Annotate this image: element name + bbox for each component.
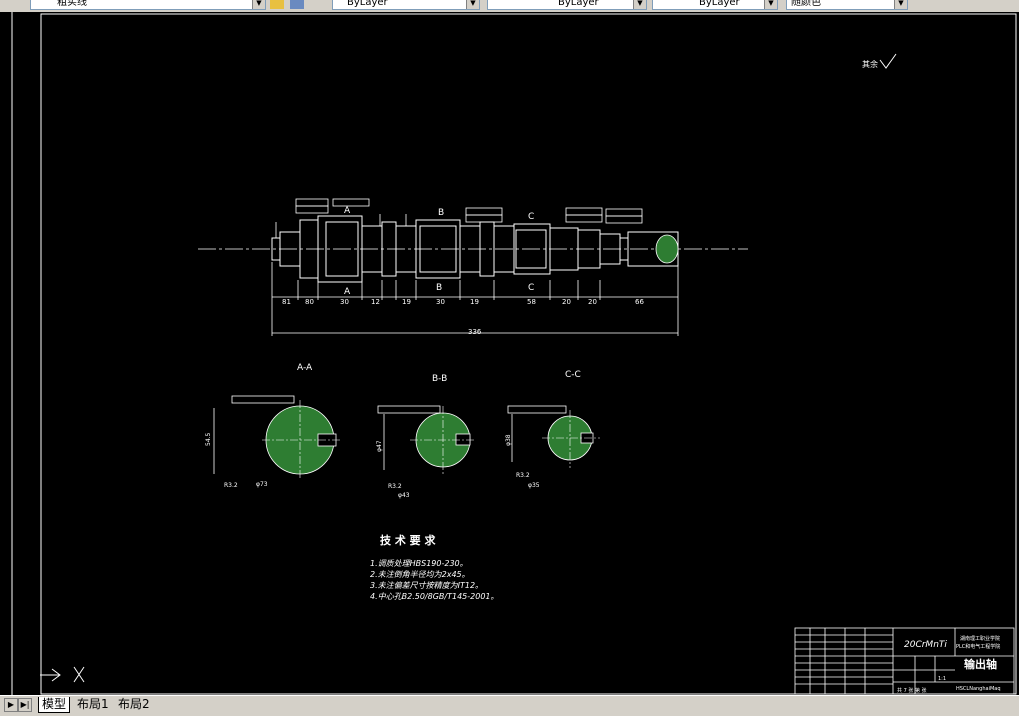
color-combo-value: ByLayer xyxy=(347,0,388,8)
drawing-frame xyxy=(40,13,1017,695)
ucs-icon xyxy=(40,666,85,683)
chevron-down-icon[interactable]: ▼ xyxy=(764,0,777,9)
first-tab-arrow-icon[interactable]: ▶ xyxy=(4,698,18,712)
drawing-svg: 其余 A A B B C C 81 80 30 12 19 30 19 58 2… xyxy=(11,12,1017,695)
lineweight-combo[interactable]: ByLayer ▼ xyxy=(652,0,778,10)
dim-19: 19 xyxy=(402,298,411,306)
tab-layout2[interactable]: 布局2 xyxy=(115,697,153,712)
aa-height-dim: 54.5 xyxy=(205,432,212,446)
section-title-aa: A-A xyxy=(297,363,313,373)
section-aa: 54.5 φ73 R3.2 xyxy=(205,395,340,489)
tech-item-4: 4.中心孔B2.50/8GB/T145-2001。 xyxy=(370,592,499,601)
bb-dia-dim: φ43 xyxy=(398,492,410,499)
title-sheet: 共 7 张 第 张 xyxy=(897,687,927,694)
layer-previous-icon[interactable] xyxy=(290,0,304,9)
tech-item-1: 1.调质处理HBS190-230。 xyxy=(370,559,468,568)
tech-item-2: 2.未注倒角半径均为2x45。 xyxy=(370,570,470,579)
cut-label-c-top: C xyxy=(528,212,534,222)
plotstyle-combo-value: 随颜色 xyxy=(791,0,821,8)
cut-label-a-top: A xyxy=(344,206,351,216)
bb-ra: R3.2 xyxy=(388,483,402,490)
tech-item-3: 3.未注偏差尺寸按精度为IT12。 xyxy=(370,581,483,590)
linetype-combo[interactable]: ByLayer ▼ xyxy=(487,0,647,10)
aa-dia-dim: φ73 xyxy=(256,481,268,488)
cc-dia-dim: φ35 xyxy=(528,482,540,489)
end-keyway-hatch xyxy=(655,234,679,264)
cc-height-dim: φ38 xyxy=(505,434,512,446)
dim-81: 81 xyxy=(282,298,291,306)
roughness-symbol-icon xyxy=(879,53,897,69)
title-school: 湖南理工职业学院 xyxy=(960,635,1000,642)
layer-combo[interactable]: 粗实线 ▼ xyxy=(30,0,266,10)
tech-title: 技 术 要 求 xyxy=(380,533,436,547)
cut-label-b-top: B xyxy=(438,208,444,218)
roughness-note: 其余 xyxy=(862,59,878,69)
tab-model[interactable]: 模型 xyxy=(38,697,71,713)
dim-30b: 30 xyxy=(436,298,445,306)
title-drawing-no: HSCLNanghaiMaq xyxy=(956,686,1001,692)
last-tab-arrow-icon[interactable]: ▶| xyxy=(18,698,32,712)
cut-label-a-bottom: A xyxy=(344,287,351,297)
dim-58: 58 xyxy=(527,298,536,306)
section-title-cc: C-C xyxy=(565,370,581,380)
dim-66: 66 xyxy=(635,298,644,306)
title-school2: PLC和电气工程学院 xyxy=(956,643,1000,650)
dim-30: 30 xyxy=(340,298,349,306)
title-scale: 1:1 xyxy=(938,676,946,682)
dim-overall: 336 xyxy=(468,328,482,336)
cut-label-b-bottom: B xyxy=(436,283,442,293)
color-combo[interactable]: ByLayer ▼ xyxy=(332,0,480,10)
bb-height-dim: φ47 xyxy=(376,440,383,452)
dim-20: 20 xyxy=(562,298,571,306)
section-title-bb: B-B xyxy=(432,374,447,384)
title-part-name: 输出轴 xyxy=(964,657,997,671)
chevron-down-icon[interactable]: ▼ xyxy=(894,0,907,9)
section-cc: φ38 φ35 R3.2 xyxy=(505,405,600,489)
lineweight-combo-value: ByLayer xyxy=(699,0,740,8)
title-material: 20CrMnTi xyxy=(904,640,947,650)
linetype-combo-value: ByLayer xyxy=(558,0,599,8)
dim-20b: 20 xyxy=(588,298,597,306)
tab-layout1[interactable]: 布局1 xyxy=(74,697,112,712)
cc-ra: R3.2 xyxy=(516,472,530,479)
chevron-down-icon[interactable]: ▼ xyxy=(633,0,646,9)
layout-tabs-bar: ▶ ▶| 模型 布局1 布局2 xyxy=(0,695,1019,716)
chevron-down-icon[interactable]: ▼ xyxy=(466,0,479,9)
dim-19b: 19 xyxy=(470,298,479,306)
chevron-down-icon[interactable]: ▼ xyxy=(252,0,265,9)
tolerance-frames xyxy=(275,198,643,238)
layer-combo-value: 粗实线 xyxy=(57,0,87,8)
dim-80: 80 xyxy=(305,298,314,306)
dim-12: 12 xyxy=(371,298,380,306)
plotstyle-combo[interactable]: 随颜色 ▼ xyxy=(786,0,908,10)
cut-label-c-bottom: C xyxy=(528,283,534,293)
section-bb: φ47 φ43 R3.2 xyxy=(376,405,476,499)
drawing-canvas[interactable]: 其余 A A B B C C 81 80 30 12 19 30 19 58 2… xyxy=(0,12,1019,695)
layer-state-icon[interactable] xyxy=(270,0,284,9)
aa-ra: R3.2 xyxy=(224,482,238,489)
